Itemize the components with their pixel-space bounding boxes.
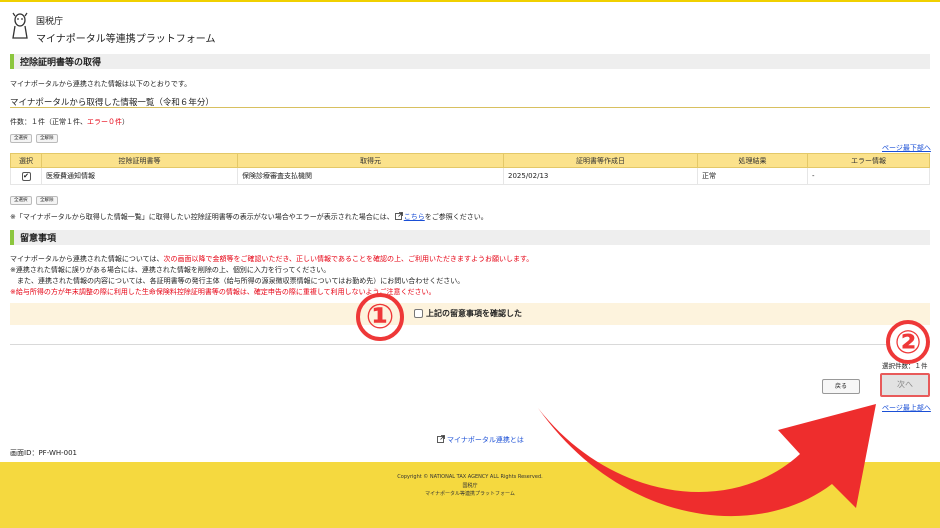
col-error: エラー情報 (807, 153, 930, 168)
col-date: 証明書等作成日 (503, 153, 698, 168)
divider (10, 344, 930, 345)
certificate-table: 選択 控除証明書等 取得元 証明書等作成日 処理結果 エラー情報 ✔ 医療費通知… (10, 153, 930, 185)
platform-name: マイナポータル等連携プラットフォーム (36, 34, 216, 45)
row-select-cell[interactable]: ✔ (10, 167, 42, 185)
step-1-badge: ① (356, 293, 404, 341)
intro-text: マイナポータルから連携された情報は以下のとおりです。 (10, 80, 192, 88)
col-certificate: 控除証明書等 (41, 153, 238, 168)
col-result: 処理結果 (697, 153, 808, 168)
agency-name: 国税庁 (36, 17, 64, 27)
row-checkbox[interactable]: ✔ (21, 171, 31, 181)
confirm-row: 上記の留意事項を確認した (10, 303, 930, 325)
count-summary: 件数：１件（正常１件、エラー０件） (10, 117, 129, 127)
source-cell: 保険診療審査支払機関 (237, 167, 504, 185)
notes-line-1: マイナポータルから連携された情報については、次の画面以降で金額等をご確認いただき… (10, 254, 533, 264)
notes-line-1-black: マイナポータルから連携された情報については、 (10, 255, 164, 263)
step-2-badge: ② (886, 320, 930, 364)
agency-logo-icon (12, 12, 28, 39)
deselect-all-button[interactable]: 全解除 (36, 134, 58, 143)
notes-line-3: また、連携された情報の内容については、各証明書等の発行主体（給与所得の源泉徴収票… (10, 277, 465, 285)
note-text: ※「マイナポータルから取得した情報一覧」に取得したい控除証明書等の表示がない場合… (10, 212, 488, 222)
notes-line-2: ※連携された情報に誤りがある場合には、連携された情報を削除の上、個別に入力を行っ… (10, 266, 331, 274)
count-prefix: 件数：１件（正常１件、 (10, 118, 87, 126)
note-after: をご参照ください。 (424, 213, 488, 221)
red-arrow-annotation (538, 404, 876, 517)
screen-id: 画面ID：PF-WH-001 (10, 449, 78, 457)
table-row: ✔ 医療費通知情報 保険診療審査支払機関 2025/02/13 正常 - (10, 167, 930, 185)
list-subtitle: マイナポータルから取得した情報一覧（令和６年分） (10, 98, 214, 108)
select-all-button[interactable]: 全選択 (10, 134, 32, 143)
select-all-button-bottom[interactable]: 全選択 (10, 196, 32, 205)
note-before: ※「マイナポータルから取得した情報一覧」に取得したい控除証明書等の表示がない場合… (10, 213, 394, 221)
section-heading-notes: 留意事項 (10, 230, 930, 245)
date-cell: 2025/02/13 (503, 167, 698, 185)
col-select: 選択 (10, 153, 42, 168)
section-heading-deduction: 控除証明書等の取得 (10, 54, 930, 69)
count-error: エラー０件 (87, 118, 122, 126)
page-bottom-link[interactable]: ページ最下部へ (882, 143, 931, 153)
count-suffix: ） (122, 118, 129, 126)
deselect-all-button-bottom[interactable]: 全解除 (36, 196, 58, 205)
confirm-checkbox[interactable] (414, 309, 423, 318)
error-cell: - (807, 167, 930, 185)
notes-line-1-red: 次の画面以降で金額等をご確認いただき、正しい情報であることを確認の上、ご利用いた… (163, 255, 534, 263)
notes-title: 留意事項 (20, 234, 57, 244)
top-accent-bar (0, 0, 940, 2)
list-subheading: マイナポータルから取得した情報一覧（令和６年分） (10, 96, 930, 108)
cert-cell: 医療費通知情報 (41, 167, 238, 185)
section-title: 控除証明書等の取得 (20, 58, 102, 68)
about-link[interactable]: マイナポータル連携とは (447, 436, 524, 444)
confirm-label[interactable]: 上記の留意事項を確認した (426, 308, 522, 319)
result-cell: 正常 (697, 167, 808, 185)
about-link-wrap[interactable]: マイナポータル連携とは (437, 435, 524, 445)
external-link-icon (437, 435, 445, 443)
table-header-row: 選択 控除証明書等 取得元 証明書等作成日 処理結果 エラー情報 (10, 153, 930, 168)
external-link-icon (394, 212, 403, 220)
col-source: 取得元 (237, 153, 504, 168)
note-link[interactable]: こちら (404, 213, 425, 221)
